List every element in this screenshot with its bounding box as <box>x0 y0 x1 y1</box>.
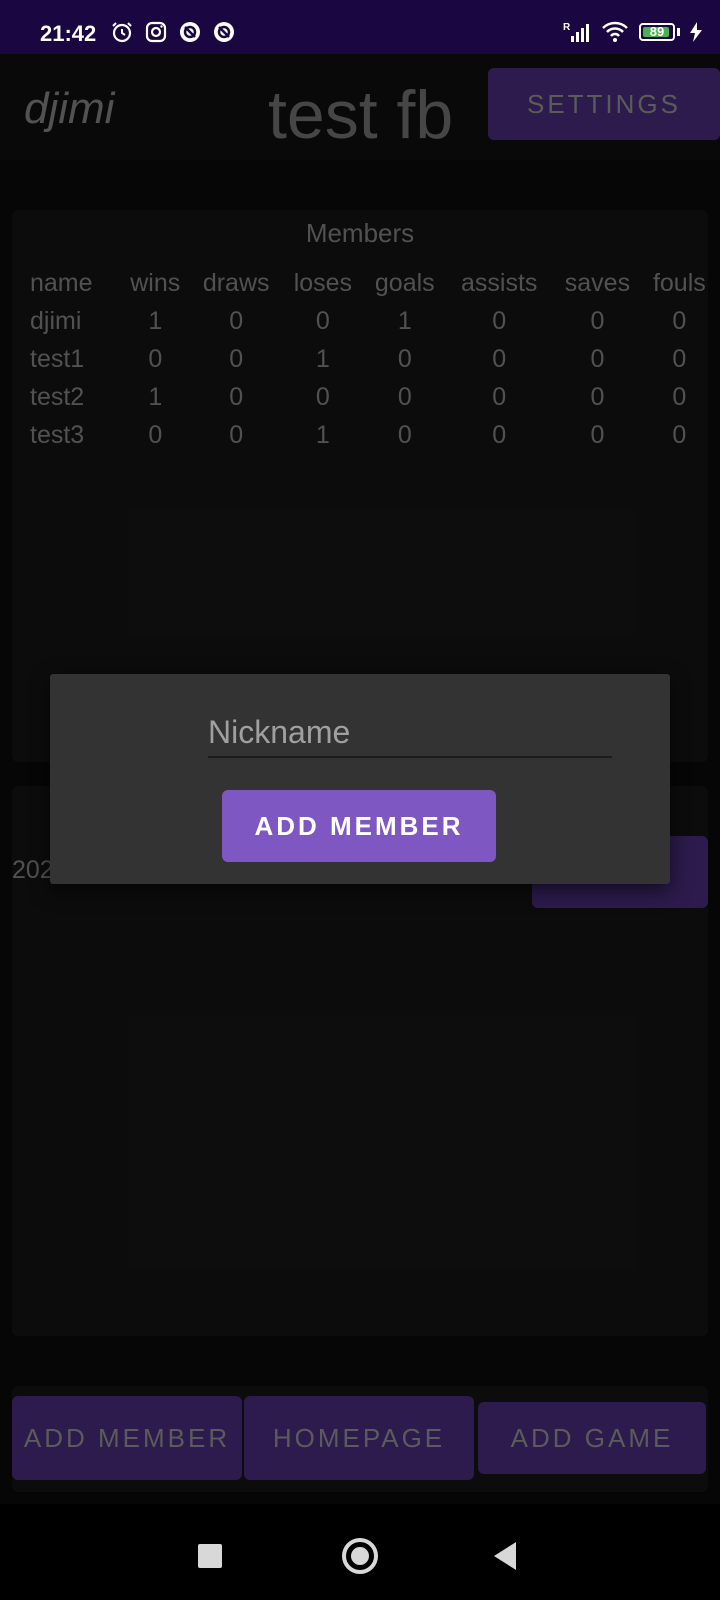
status-bar: 21:42 R 89 <box>0 0 720 54</box>
charging-icon <box>690 22 702 42</box>
wifi-icon <box>602 21 628 42</box>
battery-level: 89 <box>649 24 665 39</box>
alarm-icon <box>112 22 132 43</box>
app-icon <box>214 22 234 42</box>
navigation-bar <box>0 1504 720 1600</box>
battery-tip <box>677 28 680 36</box>
status-right: R 89 <box>563 20 702 44</box>
svg-text:R: R <box>563 22 571 33</box>
instagram-icon <box>145 21 167 43</box>
nickname-input[interactable] <box>208 708 612 758</box>
signal-icon: R <box>563 22 589 42</box>
status-icons <box>110 20 236 44</box>
add-member-dialog: ADD MEMBER <box>50 674 670 884</box>
status-time: 21:42 <box>40 21 97 46</box>
app-icon <box>180 22 200 42</box>
battery-icon: 89 <box>639 23 675 41</box>
recents-icon[interactable] <box>198 1544 222 1568</box>
add-member-confirm-button[interactable]: ADD MEMBER <box>222 790 496 862</box>
home-icon[interactable] <box>342 1538 378 1574</box>
back-icon[interactable] <box>494 1542 516 1570</box>
